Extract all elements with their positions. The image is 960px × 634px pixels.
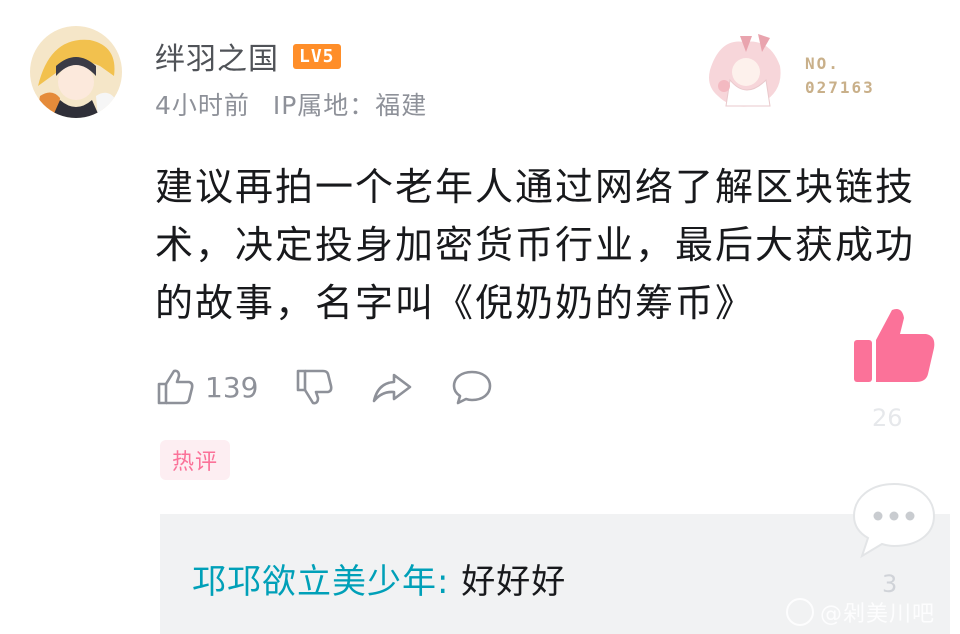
watermark: @剁美川吧 <box>786 596 935 628</box>
fan-number-label: NO. <box>805 54 840 73</box>
watermark-text: @剁美川吧 <box>820 602 936 627</box>
user-avatar[interactable] <box>30 26 122 118</box>
floating-like-count: 26 <box>872 404 903 432</box>
floating-comment-count: 3 <box>882 570 898 598</box>
like-button[interactable]: 139 <box>155 367 258 407</box>
thumbs-down-icon <box>297 369 333 405</box>
thumbs-up-icon <box>157 369 194 405</box>
fan-card[interactable]: NO. 027163 <box>700 30 900 110</box>
fan-number: NO. 027163 <box>805 52 875 100</box>
reply-text: 好好好 <box>449 562 567 602</box>
fan-number-value: 027163 <box>805 78 875 97</box>
comment-meta: 4小时前 IP属地：福建 <box>155 86 427 122</box>
floating-comment-icon <box>852 482 936 559</box>
level-badge: LV5 <box>293 43 341 69</box>
comment-action-bar: 139 <box>155 362 494 412</box>
fan-card-illustration-icon <box>709 34 781 107</box>
share-button[interactable] <box>370 367 414 407</box>
watermark-logo-icon <box>786 598 814 626</box>
ip-location: IP属地：福建 <box>272 91 428 120</box>
comment-time: 4小时前 <box>155 91 250 120</box>
comment-header: 绊羽之国 LV5 <box>155 34 341 78</box>
username[interactable]: 绊羽之国 <box>155 34 279 78</box>
floating-like-button[interactable] <box>846 298 942 394</box>
share-icon <box>373 373 412 403</box>
like-count: 139 <box>205 370 259 404</box>
reply-button[interactable] <box>450 367 494 407</box>
floating-thumbs-up-icon <box>854 309 935 382</box>
comment-bubble-icon <box>453 370 492 405</box>
comment-text: 建议再拍一个老年人通过网络了解区块链技术，决定投身加密货币行业，最后大获成功的故… <box>155 165 916 325</box>
hot-comment-tag: 热评 <box>160 440 231 480</box>
reply-item: 邛邛欲立美少年: 好好好 <box>192 554 566 603</box>
reply-username[interactable]: 邛邛欲立美少年: <box>192 562 449 602</box>
dislike-button[interactable] <box>294 367 334 407</box>
floating-comment-button[interactable] <box>846 478 942 562</box>
comment-screen: 绊羽之国 LV5 4小时前 IP属地：福建 NO. 027163 建议再拍一个老… <box>0 0 960 634</box>
